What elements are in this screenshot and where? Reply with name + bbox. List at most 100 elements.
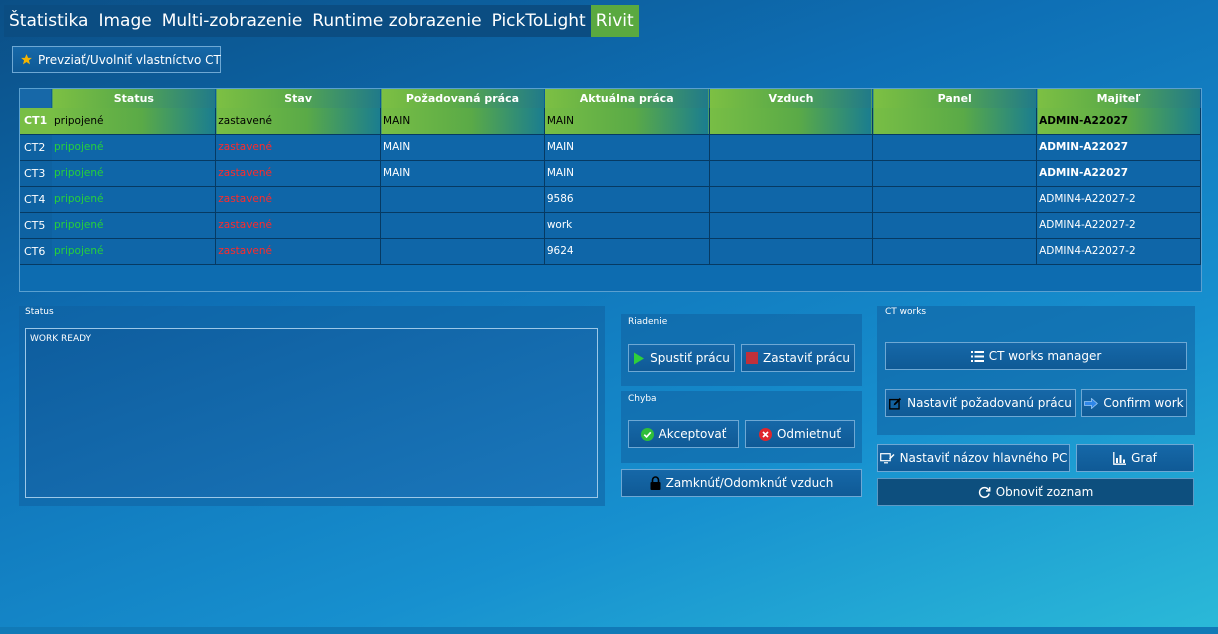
reject-label: Odmietnuť	[776, 427, 842, 441]
tab-statistika[interactable]: Štatistika	[4, 5, 94, 37]
row-header[interactable]: CT2	[20, 134, 52, 161]
cell-stav[interactable]: zastavené	[215, 160, 382, 187]
cell-status[interactable]: pripojené	[51, 212, 217, 239]
arrow-right-icon	[1084, 397, 1099, 409]
confirm-work-button[interactable]: Confirm work	[1081, 389, 1187, 417]
cell-vzduch[interactable]	[709, 212, 874, 239]
cell-majitel[interactable]: ADMIN-A22027	[1036, 134, 1201, 161]
cell-stav[interactable]: zastavené	[215, 134, 382, 161]
cell-panel[interactable]	[872, 238, 1038, 265]
column-header-status[interactable]: Status	[51, 89, 217, 108]
tab-picktolight[interactable]: PickToLight	[486, 5, 591, 37]
cell-aktualna[interactable]: MAIN	[544, 108, 710, 135]
monitor-edit-icon	[879, 452, 895, 464]
ct-works-manager-button[interactable]: CT works manager	[885, 342, 1187, 370]
ct-table: Status Stav Požadovaná práca Aktuálna pr…	[20, 89, 1201, 265]
list-icon	[970, 350, 984, 362]
cell-pozadovana[interactable]	[380, 212, 545, 239]
cell-majitel[interactable]: ADMIN4-A22027-2	[1036, 212, 1201, 239]
set-requested-work-button[interactable]: Nastaviť požadovanú prácu	[885, 389, 1076, 417]
row-header[interactable]: CT1	[20, 108, 52, 135]
set-main-pc-name-button[interactable]: Nastaviť názov hlavného PC	[877, 444, 1070, 472]
row-header[interactable]: CT5	[20, 212, 52, 239]
column-header-panel[interactable]: Panel	[872, 89, 1038, 108]
reject-button[interactable]: Odmietnuť	[745, 420, 855, 448]
cell-pozadovana[interactable]	[380, 186, 545, 213]
tab-multi-zobrazenie[interactable]: Multi-zobrazenie	[156, 5, 308, 37]
start-work-label: Spustiť prácu	[650, 351, 730, 365]
cell-status[interactable]: pripojené	[51, 186, 217, 213]
cell-vzduch[interactable]	[709, 134, 874, 161]
cell-aktualna[interactable]: 9586	[544, 186, 710, 213]
accept-label: Akceptovať	[658, 427, 727, 441]
status-log[interactable]: WORK READY	[25, 328, 598, 498]
cell-majitel[interactable]: ADMIN-A22027	[1036, 160, 1201, 187]
set-requested-work-label: Nastaviť požadovanú prácu	[907, 396, 1072, 410]
cell-status[interactable]: pripojené	[51, 238, 217, 265]
cell-aktualna[interactable]: MAIN	[544, 134, 710, 161]
cell-status[interactable]: pripojené	[51, 108, 217, 135]
cell-status[interactable]: pripojené	[51, 134, 217, 161]
tab-rivit[interactable]: Rivit	[590, 5, 639, 37]
stop-work-button[interactable]: Zastaviť prácu	[741, 344, 855, 372]
cell-vzduch[interactable]	[709, 160, 874, 187]
chyba-group-label: Chyba	[628, 394, 657, 404]
cell-majitel[interactable]: ADMIN-A22027	[1036, 108, 1201, 135]
cell-panel[interactable]	[872, 186, 1038, 213]
table-row[interactable]: CT2 pripojené zastavené MAIN MAIN ADMIN-…	[20, 134, 1201, 161]
graph-button[interactable]: Graf	[1076, 444, 1194, 472]
cell-panel[interactable]	[872, 108, 1038, 135]
cell-stav[interactable]: zastavené	[215, 108, 382, 135]
cell-majitel[interactable]: ADMIN4-A22027-2	[1036, 238, 1201, 265]
table-row[interactable]: CT3 pripojené zastavené MAIN MAIN ADMIN-…	[20, 160, 1201, 187]
cell-majitel[interactable]: ADMIN4-A22027-2	[1036, 186, 1201, 213]
cell-vzduch[interactable]	[709, 108, 874, 135]
cell-panel[interactable]	[872, 134, 1038, 161]
column-header-majitel[interactable]: Majiteľ	[1036, 89, 1201, 108]
status-group-label: Status	[25, 307, 54, 317]
refresh-list-button[interactable]: Obnoviť zoznam	[877, 478, 1194, 506]
row-header[interactable]: CT4	[20, 186, 52, 213]
start-work-button[interactable]: Spustiť prácu	[628, 344, 735, 372]
star-icon	[20, 53, 33, 66]
cell-panel[interactable]	[872, 212, 1038, 239]
column-header-aktualna-praca[interactable]: Aktuálna práca	[544, 89, 710, 108]
table-row[interactable]: CT1 pripojené zastavené MAIN MAIN ADMIN-…	[20, 108, 1201, 135]
column-header-vzduch[interactable]: Vzduch	[709, 89, 874, 108]
cell-pozadovana[interactable]	[380, 238, 545, 265]
accept-button[interactable]: Akceptovať	[628, 420, 739, 448]
table-row[interactable]: CT6 pripojené zastavené 9624 ADMIN4-A220…	[20, 238, 1201, 265]
refresh-icon	[978, 486, 991, 499]
lock-icon	[650, 476, 661, 490]
cell-aktualna[interactable]: work	[544, 212, 710, 239]
cell-pozadovana[interactable]: MAIN	[380, 108, 545, 135]
cell-status[interactable]: pripojené	[51, 160, 217, 187]
stop-work-label: Zastaviť prácu	[763, 351, 850, 365]
cell-panel[interactable]	[872, 160, 1038, 187]
x-circle-icon	[758, 427, 772, 441]
tab-bar: Štatistika Image Multi-zobrazenie Runtim…	[4, 5, 639, 37]
row-header[interactable]: CT3	[20, 160, 52, 187]
row-header[interactable]: CT6	[20, 238, 52, 265]
table-row[interactable]: CT4 pripojené zastavené 9586 ADMIN4-A220…	[20, 186, 1201, 213]
table-row[interactable]: CT5 pripojené zastavené work ADMIN4-A220…	[20, 212, 1201, 239]
cell-vzduch[interactable]	[709, 186, 874, 213]
ownership-button-label: Prevziať/Uvolniť vlastníctvo CT	[38, 52, 221, 67]
tab-image[interactable]: Image	[93, 5, 157, 37]
cell-vzduch[interactable]	[709, 238, 874, 265]
cell-aktualna[interactable]: MAIN	[544, 160, 710, 187]
column-header-stav[interactable]: Stav	[215, 89, 382, 108]
take-release-ownership-button[interactable]: Prevziať/Uvolniť vlastníctvo CT	[12, 46, 221, 73]
lock-unlock-air-button[interactable]: Zamknúť/Odomknúť vzduch	[621, 469, 862, 497]
cell-stav[interactable]: zastavené	[215, 186, 382, 213]
riadenie-group-label: Riadenie	[628, 317, 668, 327]
cell-pozadovana[interactable]: MAIN	[380, 134, 545, 161]
cell-stav[interactable]: zastavené	[215, 212, 382, 239]
tab-runtime-zobrazenie[interactable]: Runtime zobrazenie	[307, 5, 487, 37]
cell-stav[interactable]: zastavené	[215, 238, 382, 265]
confirm-work-label: Confirm work	[1103, 396, 1184, 410]
cell-aktualna[interactable]: 9624	[544, 238, 710, 265]
cell-pozadovana[interactable]: MAIN	[380, 160, 545, 187]
lock-air-label: Zamknúť/Odomknúť vzduch	[665, 476, 834, 490]
column-header-pozadovana-praca[interactable]: Požadovaná práca	[380, 89, 545, 108]
